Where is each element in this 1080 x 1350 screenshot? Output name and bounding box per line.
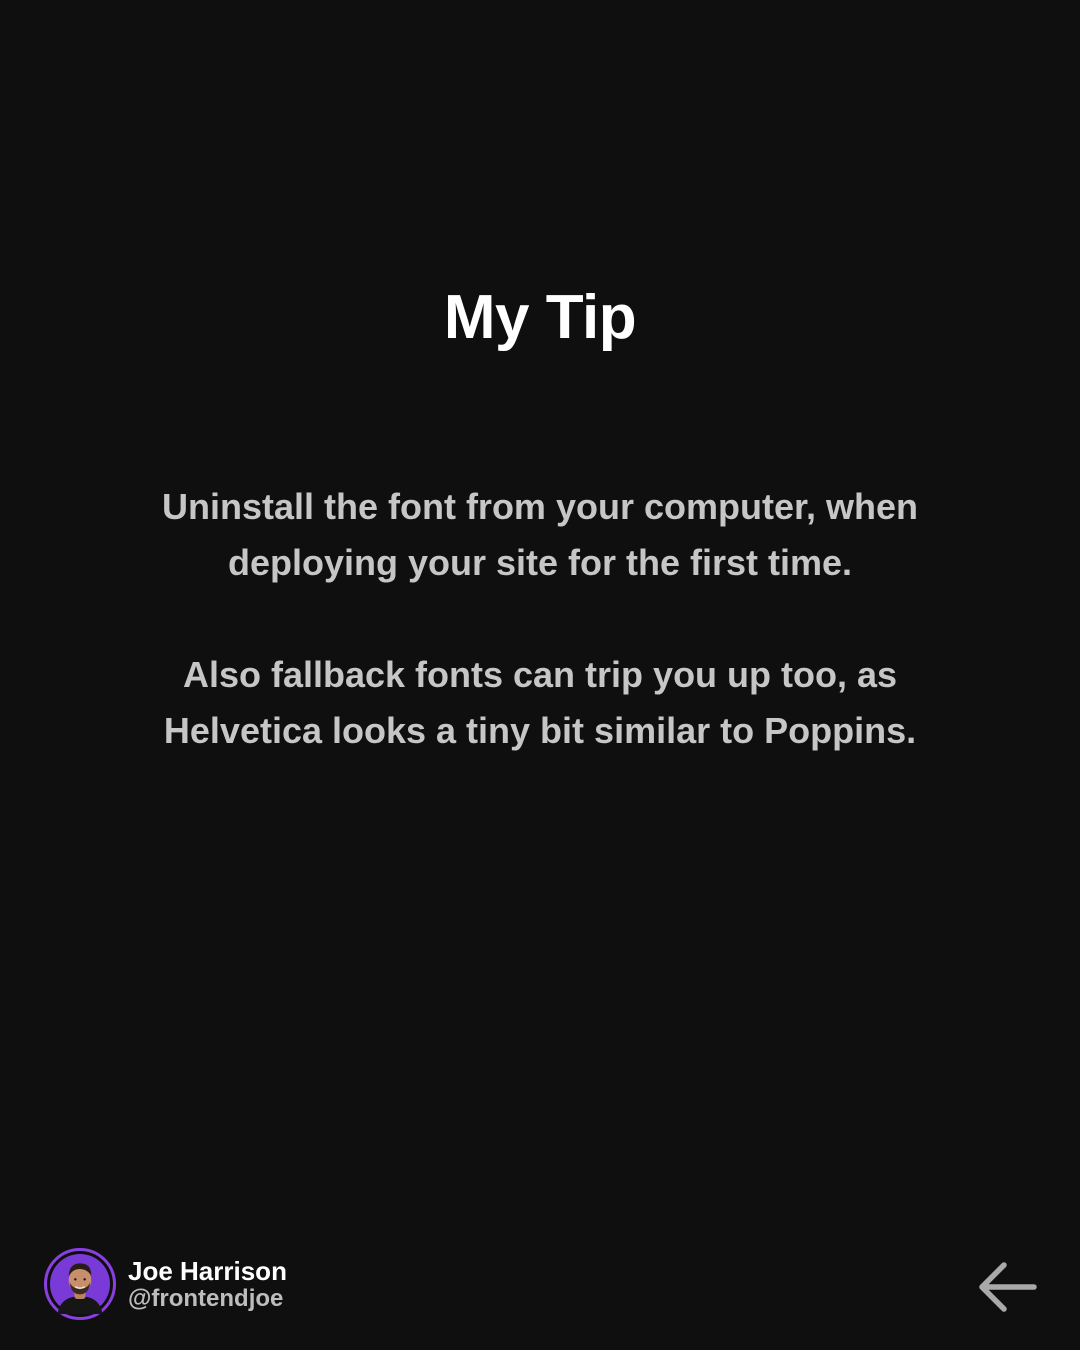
profile-photo-avatar-icon (50, 1254, 110, 1314)
avatar[interactable] (44, 1248, 116, 1320)
tip-paragraph-2: Also fallback fonts can trip you up too,… (163, 654, 917, 751)
author-card[interactable]: Joe Harrison @frontendjoe (44, 1245, 287, 1323)
author-name: Joe Harrison (128, 1255, 287, 1286)
back-button[interactable] (976, 1258, 1038, 1316)
arrow-left-icon (979, 1262, 1037, 1312)
tip-paragraph-1: Uninstall the font from your computer, w… (161, 486, 919, 583)
author-handle[interactable]: @frontendjoe (128, 1285, 287, 1312)
slide-title: My Tip (443, 283, 637, 352)
